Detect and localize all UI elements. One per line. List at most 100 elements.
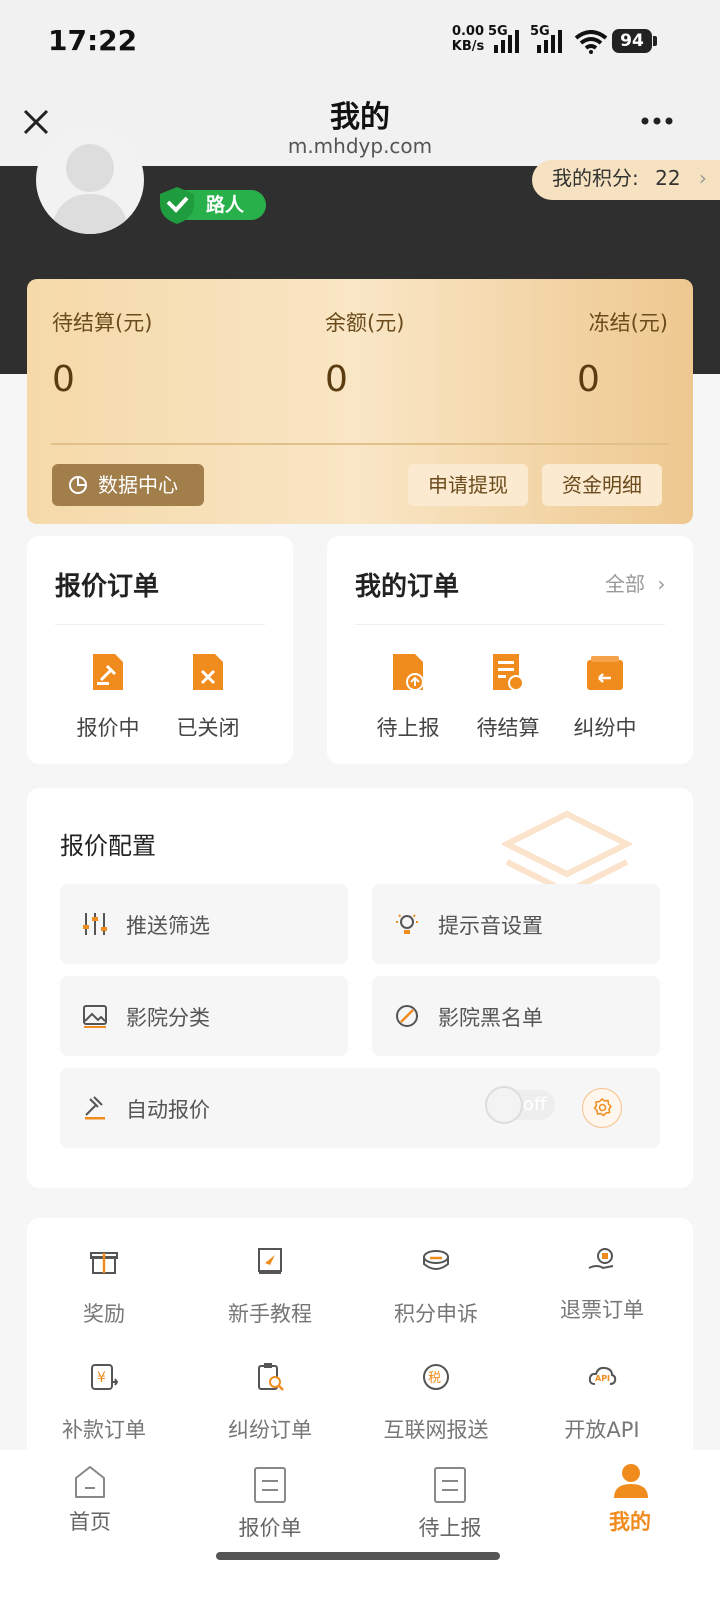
grid-item-tutorial[interactable]: 新手教程	[185, 1246, 355, 1346]
sound-setting-item[interactable]: 提示音设置	[372, 884, 660, 964]
quote-config-panel: 报价配置 推送筛选 提示音设置 影院分类 影院黑名单 自动报价 off	[27, 788, 693, 1188]
quote-orders-title: 报价订单	[55, 572, 160, 602]
balance-card: 待结算(元) 0 余额(元) 0 冻结(元) 0 数据中心 申请提现 资金明细	[27, 279, 693, 524]
signal-2-icon	[537, 30, 562, 53]
tab-label: 首页	[69, 1510, 111, 1534]
svg-text:¥: ¥	[97, 1370, 106, 1386]
order-status-label[interactable]: 待结算	[458, 712, 558, 742]
api-cloud-icon: API	[588, 1366, 617, 1385]
panel-divider	[55, 624, 265, 625]
quote-doc-icon[interactable]	[91, 652, 125, 692]
clipboard-search-icon	[258, 1363, 284, 1391]
user-icon	[614, 1464, 648, 1498]
sound-setting-label: 提示音设置	[438, 914, 543, 938]
tab-label: 报价单	[238, 1516, 302, 1540]
pie-chart-icon	[69, 476, 87, 494]
auto-quote-toggle[interactable]: off	[485, 1086, 555, 1124]
tab-pending-report[interactable]: 待上报	[390, 1450, 510, 1550]
gear-icon	[593, 1098, 612, 1117]
home-icon	[75, 1466, 105, 1498]
chevron-right-icon: ›	[698, 166, 707, 190]
push-filter-label: 推送筛选	[126, 914, 210, 938]
auto-quote-label: 自动报价	[126, 1098, 210, 1122]
grid-item-supplement-orders[interactable]: ¥ 补款订单	[19, 1362, 189, 1462]
status-bar: 17:22 0.00 KB/s 5G 5G 94	[0, 0, 720, 82]
points-label: 我的积分:	[552, 166, 639, 190]
wifi-icon	[574, 30, 608, 54]
dispute-box-icon[interactable]	[585, 654, 625, 694]
cinema-blacklist-label: 影院黑名单	[438, 1006, 543, 1030]
view-all-label: 全部	[605, 572, 645, 596]
coins-icon	[423, 1250, 449, 1270]
pending-label: 待结算(元)	[52, 311, 153, 335]
auto-quote-item: 自动报价 off	[60, 1068, 660, 1148]
order-status-label[interactable]: 待上报	[358, 712, 458, 742]
refund-hand-icon	[588, 1248, 614, 1270]
my-orders-title: 我的订单	[355, 572, 460, 602]
tab-home[interactable]: 首页	[30, 1450, 150, 1550]
frozen-label: 冻结(元)	[588, 311, 668, 335]
tab-label: 待上报	[418, 1516, 482, 1540]
grid-item-dispute-orders[interactable]: 纠纷订单	[185, 1362, 355, 1462]
closed-doc-icon[interactable]	[191, 652, 225, 692]
shield-check-icon	[160, 187, 194, 224]
signal-1-icon	[494, 30, 519, 53]
data-center-button[interactable]: 数据中心	[52, 464, 204, 506]
order-status-label[interactable]: 纠纷中	[555, 712, 655, 742]
withdraw-button[interactable]: 申请提现	[408, 464, 528, 506]
fund-details-button[interactable]: 资金明细	[542, 464, 662, 506]
toggle-knob	[485, 1086, 523, 1124]
tab-quotes[interactable]: 报价单	[210, 1450, 330, 1550]
grid-item-open-api[interactable]: API 开放API	[517, 1362, 687, 1462]
cinema-category-item[interactable]: 影院分类	[60, 976, 348, 1056]
settlement-doc-icon[interactable]	[491, 652, 525, 692]
gavel-icon	[85, 1096, 105, 1120]
view-all-link[interactable]: 全部 ›	[605, 568, 665, 597]
level-label: 路人	[206, 194, 245, 216]
grid-item-refund-orders[interactable]: 退票订单	[517, 1246, 687, 1346]
grid-label: 补款订单	[62, 1418, 146, 1442]
toggle-state-label: off	[523, 1094, 547, 1115]
grid-item-internet-report[interactable]: 税 互联网报送	[351, 1362, 521, 1462]
sliders-icon	[83, 913, 107, 935]
home-indicator	[216, 1552, 500, 1560]
pending-value: 0	[52, 359, 75, 400]
data-center-label: 数据中心	[98, 473, 178, 497]
order-status-label[interactable]: 已关闭	[158, 712, 258, 742]
grid-item-points-appeal[interactable]: 积分申诉	[351, 1246, 521, 1346]
lightbulb-icon	[396, 914, 418, 934]
order-status-label[interactable]: 报价中	[58, 712, 158, 742]
card-divider	[51, 443, 669, 445]
document-icon	[254, 1467, 286, 1503]
battery-tip	[653, 36, 657, 46]
tab-label: 我的	[609, 1510, 651, 1534]
tab-mine[interactable]: 我的	[570, 1450, 690, 1550]
avatar[interactable]	[36, 126, 144, 234]
auto-quote-settings-button[interactable]	[582, 1088, 622, 1128]
panel-divider	[355, 624, 665, 625]
chevron-right-icon: ›	[657, 572, 666, 596]
quote-orders-panel: 报价订单 报价中 已关闭	[27, 536, 293, 764]
cinema-category-label: 影院分类	[126, 1006, 210, 1030]
balance-label: 余额(元)	[325, 311, 405, 335]
level-badge: 路人	[160, 187, 266, 224]
ban-icon	[396, 1005, 418, 1027]
user-silhouette-icon	[50, 144, 130, 234]
grid-item-reward[interactable]: 奖励	[19, 1246, 189, 1346]
upload-doc-icon[interactable]	[391, 652, 425, 692]
yuan-doc-icon: ¥	[91, 1364, 119, 1390]
balance-value: 0	[325, 359, 348, 400]
config-title: 报价配置	[60, 832, 156, 860]
more-icon[interactable]	[640, 116, 674, 126]
feature-grid-panel: 奖励 新手教程 积分申诉 退票订单 ¥ 补款订单 纠纷订单 税 互联网报送 AP…	[27, 1218, 693, 1468]
push-filter-item[interactable]: 推送筛选	[60, 884, 348, 964]
gift-icon	[90, 1252, 118, 1274]
cinema-blacklist-item[interactable]: 影院黑名单	[372, 976, 660, 1056]
grid-label: 纠纷订单	[228, 1418, 312, 1442]
layers-watermark-icon	[502, 810, 632, 890]
grid-label: 互联网报送	[383, 1418, 489, 1442]
grid-label: 新手教程	[228, 1302, 312, 1326]
grid-label: 积分申诉	[394, 1302, 478, 1326]
frozen-value: 0	[577, 359, 600, 400]
points-pill[interactable]: 我的积分: 22 ›	[532, 160, 720, 200]
